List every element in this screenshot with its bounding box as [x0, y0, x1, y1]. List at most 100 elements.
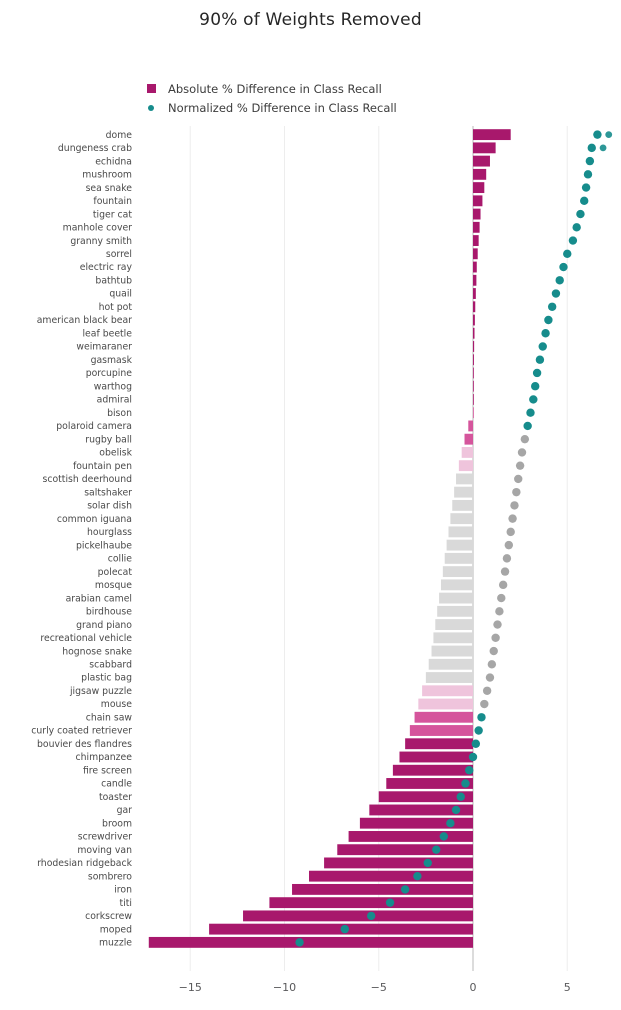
scatter-point — [367, 911, 376, 921]
legend-label-normalized: Normalized % Difference in Class Recall — [168, 100, 397, 115]
y-axis-tick-label: screwdriver — [78, 832, 132, 843]
bar — [473, 248, 478, 260]
bar — [348, 831, 473, 842]
y-axis-tick-label: corkscrew — [85, 911, 132, 922]
y-axis-tick-label: tiger cat — [93, 209, 132, 220]
scatter-point — [493, 620, 502, 629]
bar — [425, 672, 473, 683]
bar — [473, 288, 476, 299]
y-axis-tick-label: fountain pen — [73, 461, 132, 472]
y-axis-tick-label: bouvier des flandres — [37, 739, 132, 750]
scatter-point — [551, 289, 561, 298]
bar — [405, 738, 473, 750]
y-axis-tick-label: scabbard — [89, 659, 132, 670]
scatter-point — [295, 938, 304, 947]
scatter-point — [474, 726, 483, 735]
y-axis-tick-label: moving van — [77, 845, 132, 856]
bar — [337, 844, 473, 856]
y-axis-tick-label: manhole cover — [63, 223, 133, 234]
bar — [414, 711, 473, 723]
scatter-point — [340, 924, 350, 934]
scatter-point — [512, 487, 521, 497]
scatter-point — [593, 130, 602, 139]
bar — [431, 645, 473, 657]
scatter-point — [514, 474, 523, 484]
scatter-point — [547, 302, 557, 311]
scatter-point — [563, 249, 572, 258]
bar — [435, 619, 473, 631]
bar — [473, 354, 474, 366]
bar — [473, 235, 479, 246]
scatter-point — [587, 143, 596, 153]
bar — [392, 764, 473, 776]
scatter-point — [413, 871, 422, 881]
y-axis-tick-label: jigsaw puzzle — [69, 686, 132, 697]
bar — [458, 460, 473, 472]
y-axis-tick-label: moped — [100, 924, 132, 935]
legend-item-absolute[interactable]: Absolute % Difference in Class Recall — [138, 80, 397, 97]
square-icon — [138, 84, 164, 93]
scatter-point — [456, 792, 465, 801]
y-axis-tick-label: pickelhaube — [76, 540, 132, 551]
y-axis-tick-label: admiral — [97, 395, 132, 406]
scatter-point — [497, 593, 506, 603]
y-axis-tick-label: recreational vehicle — [40, 633, 132, 644]
bar — [452, 499, 473, 511]
bar — [473, 301, 476, 313]
bar — [454, 486, 473, 498]
x-axis-labels: −15 −10 −5 0 5 — [179, 981, 571, 994]
y-axis-tick-label: quail — [109, 289, 132, 300]
bar — [473, 274, 477, 286]
scatter-point — [485, 673, 495, 682]
scatter-point — [580, 196, 589, 206]
bar — [464, 433, 473, 445]
bar — [324, 857, 473, 869]
chart-legend: Absolute % Difference in Class Recall No… — [138, 80, 397, 118]
bar — [418, 698, 473, 710]
scatter-point — [576, 209, 585, 219]
scatter-point — [461, 779, 470, 788]
scatter-point — [480, 699, 489, 709]
bar — [473, 168, 487, 180]
bar — [473, 394, 474, 405]
bar — [450, 513, 473, 525]
scatter-point — [468, 752, 478, 762]
bar — [309, 870, 473, 882]
scatter-point — [439, 832, 448, 841]
y-axis-tick-label: polecat — [98, 567, 133, 578]
scatter-point — [572, 223, 581, 232]
bar — [409, 725, 473, 736]
scatter-point — [544, 315, 553, 325]
y-axis-tick-label: birdhouse — [86, 607, 132, 618]
bar — [473, 208, 481, 220]
x-axis-tick-label: −10 — [273, 981, 296, 994]
bar — [422, 685, 473, 697]
y-axis-tick-label: hourglass — [87, 527, 132, 538]
y-axis-tick-label: granny smith — [70, 236, 132, 247]
scatter-point — [432, 845, 441, 854]
y-axis-tick-label: rhodesian ridgeback — [37, 858, 132, 869]
y-axis-tick-label: broom — [102, 818, 132, 829]
scatter-point — [423, 858, 432, 868]
plot-area: dome dungeness crab echidna mushroom sea sna… — [31, 126, 613, 994]
legend-item-normalized[interactable]: Normalized % Difference in Class Recall — [138, 99, 397, 116]
bar — [442, 566, 473, 578]
bar — [473, 129, 511, 141]
bar — [399, 751, 473, 763]
y-axis-tick-label: dungeness crab — [58, 143, 132, 154]
scatter-point — [535, 355, 545, 364]
scatter-point — [568, 236, 578, 245]
scatter-point — [515, 461, 525, 470]
y-axis-tick-label: sea snake — [86, 183, 133, 194]
bar — [473, 142, 496, 154]
y-axis-tick-label: iron — [114, 885, 132, 896]
bar — [456, 473, 473, 485]
y-axis-tick-label: sombrero — [88, 871, 132, 882]
scatter-point — [559, 262, 568, 272]
scatter-point — [487, 660, 497, 669]
y-axis-tick-label: dome — [106, 130, 133, 141]
bar — [446, 539, 473, 551]
scatter-point — [500, 567, 510, 576]
scatter-point — [400, 885, 410, 894]
y-axis-tick-label: rugby ball — [85, 434, 132, 445]
